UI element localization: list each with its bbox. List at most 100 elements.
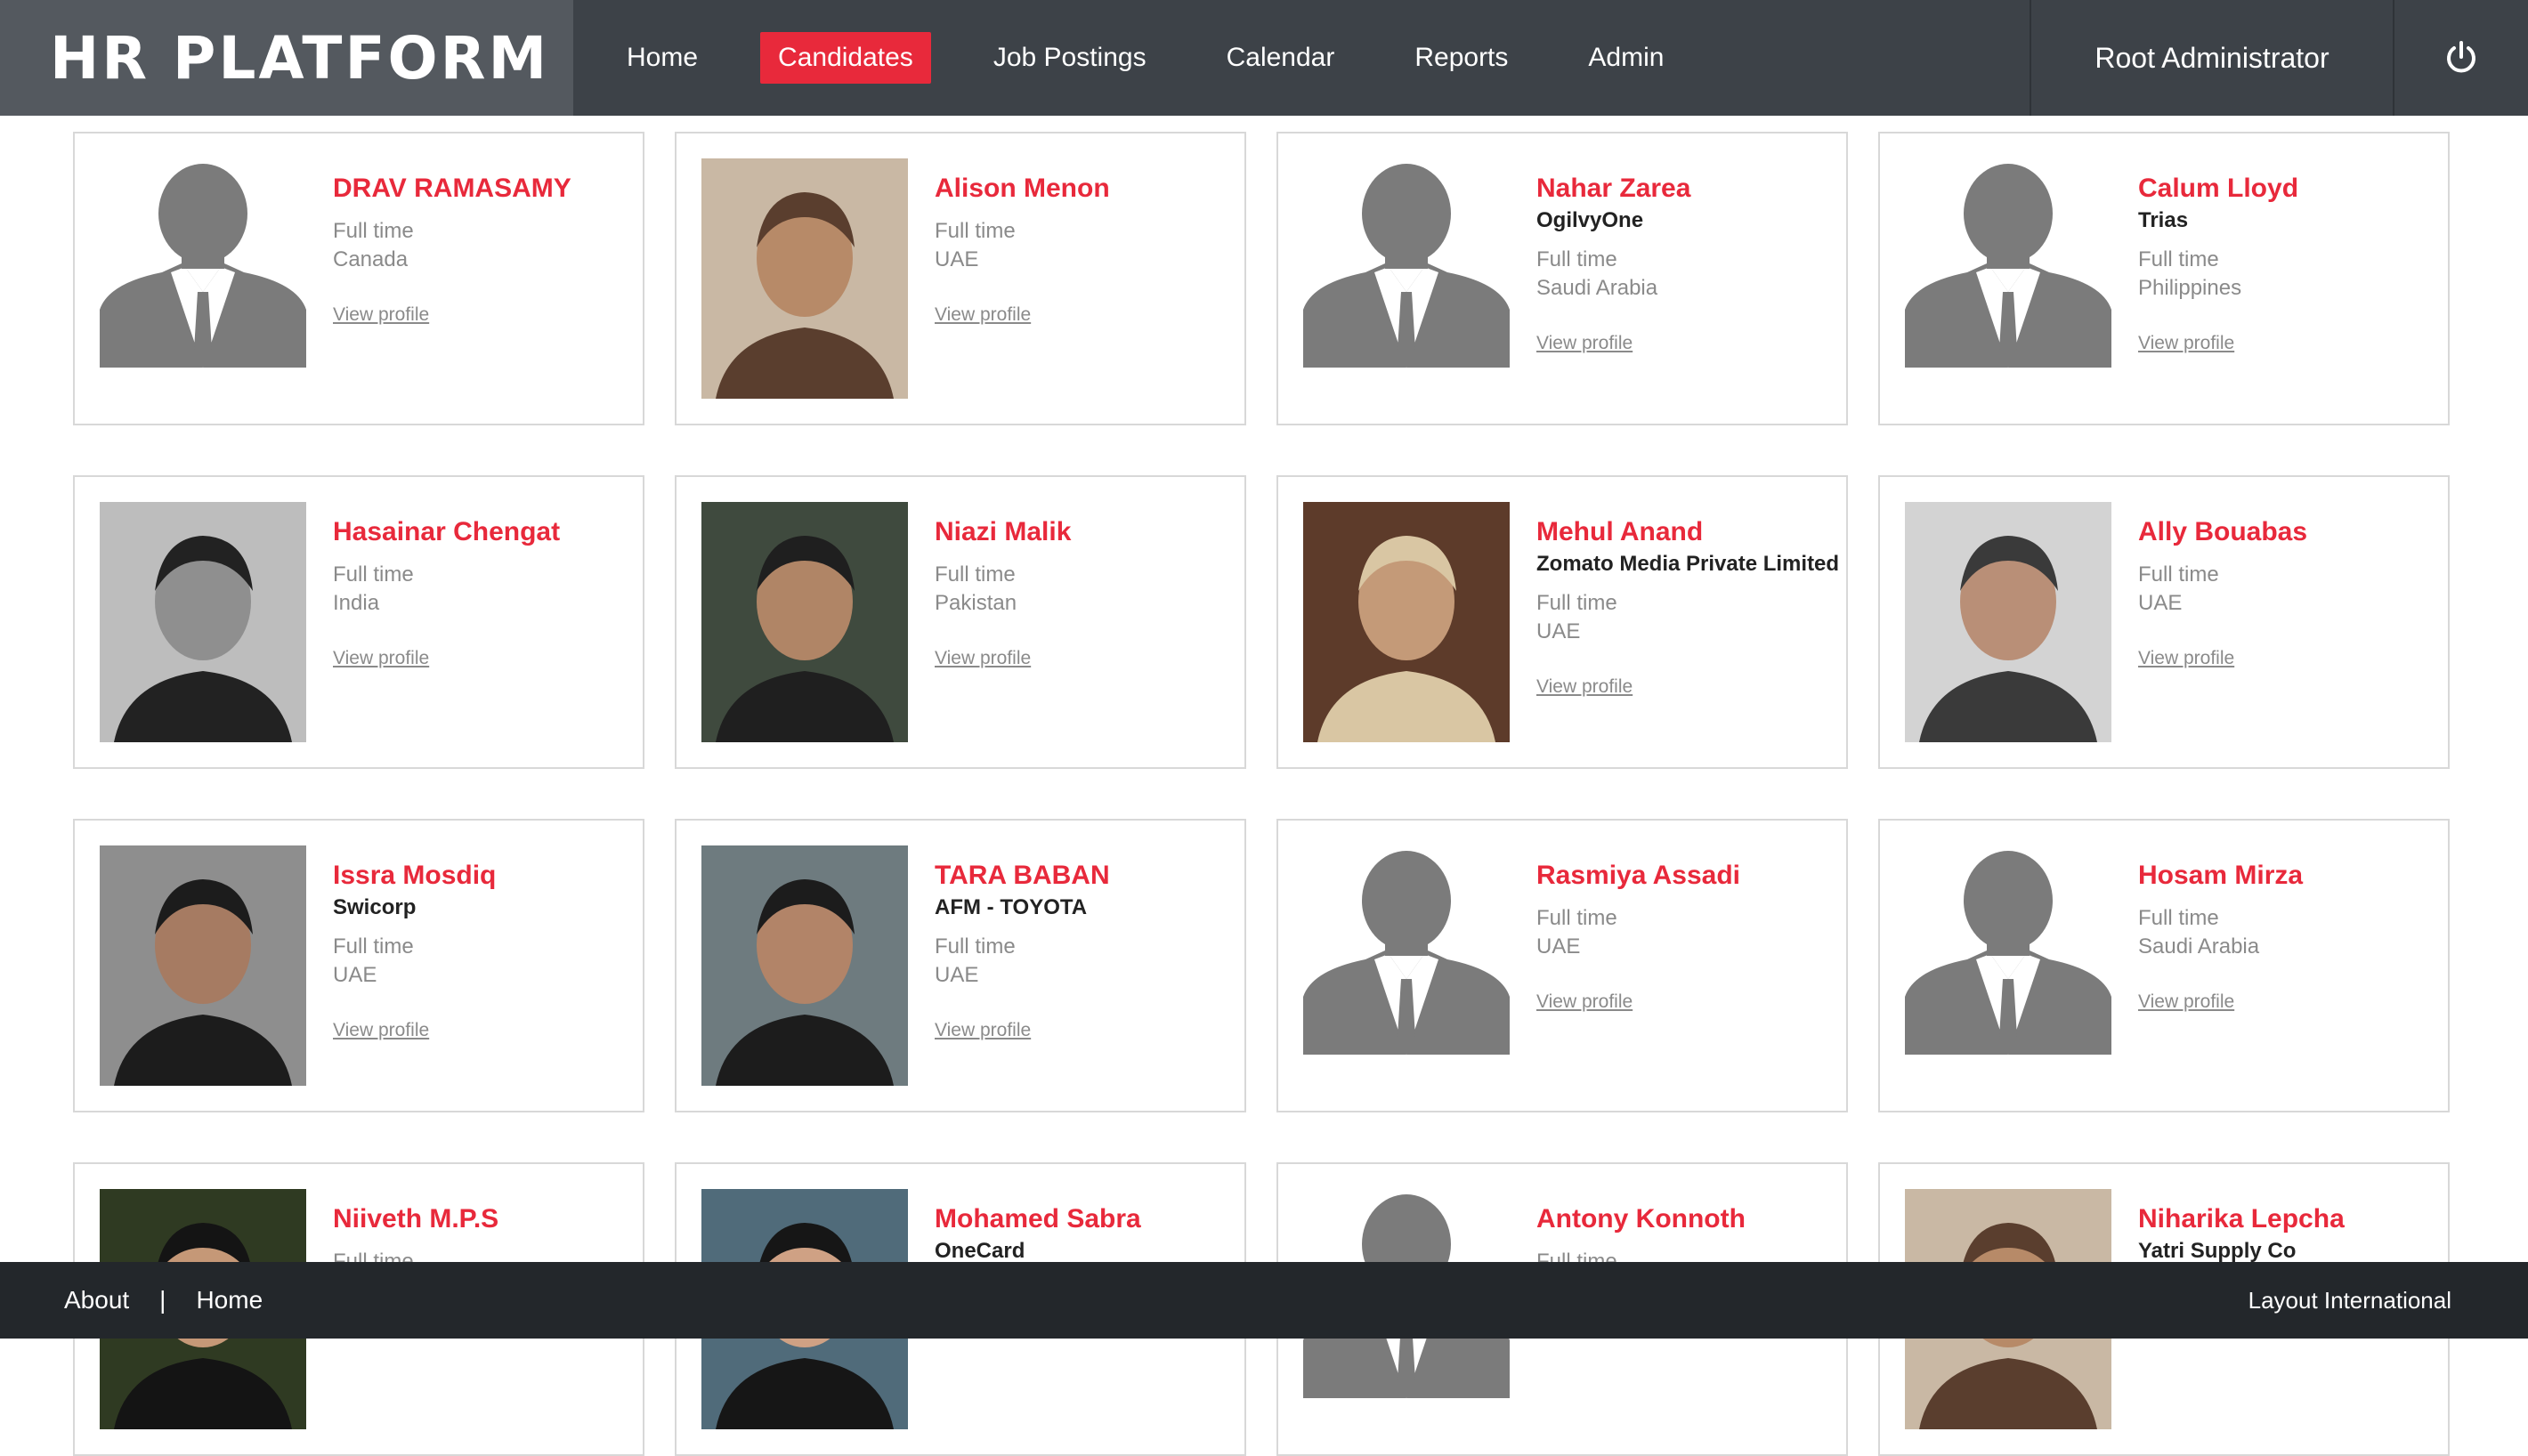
candidate-location: UAE (935, 247, 979, 271)
nav-item-admin[interactable]: Admin (1570, 32, 1681, 84)
candidate-name[interactable]: Niiveth M.P.S (333, 1201, 628, 1237)
candidate-location: Philippines (2138, 276, 2242, 300)
view-profile-link[interactable]: View profile (333, 1020, 429, 1041)
candidate-info: DRAV RAMASAMY Full time Canada View prof… (333, 171, 628, 326)
candidate-photo[interactable] (701, 158, 908, 399)
candidate-company: Zomato Media Private Limited (1536, 552, 1840, 576)
candidate-photo[interactable] (1303, 158, 1510, 399)
view-profile-link[interactable]: View profile (935, 648, 1031, 669)
candidate-photo[interactable] (701, 845, 908, 1086)
footer: About | Home Layout International (0, 1262, 2528, 1339)
candidate-name[interactable]: Alison Menon (935, 171, 1230, 206)
footer-about-link[interactable]: About (64, 1286, 129, 1314)
candidate-card: Issra Mosdiq Swicorp Full time UAE View … (73, 819, 644, 1112)
candidate-name[interactable]: Niharika Lepcha (2138, 1201, 2434, 1237)
candidate-photo[interactable] (1303, 502, 1510, 742)
candidate-photo-image (1303, 502, 1510, 742)
candidate-card: Niazi Malik Full time Pakistan View prof… (675, 475, 1246, 769)
candidate-photo[interactable] (100, 158, 306, 399)
candidate-name[interactable]: Ally Bouabas (2138, 514, 2434, 550)
nav-item-calendar[interactable]: Calendar (1209, 32, 1353, 84)
candidate-info: Hosam Mirza Full time Saudi Arabia View … (2138, 858, 2434, 1013)
candidate-photo[interactable] (100, 502, 306, 742)
candidate-name[interactable]: Niazi Malik (935, 514, 1230, 550)
person-silhouette-icon (100, 164, 306, 368)
person-silhouette-icon (1905, 164, 2111, 368)
candidate-company: AFM - TOYOTA (935, 895, 1088, 919)
candidate-photo-image (701, 845, 908, 1086)
candidate-info: Ally Bouabas Full time UAE View profile (2138, 514, 2434, 669)
nav-item-reports[interactable]: Reports (1397, 32, 1526, 84)
candidate-name[interactable]: TARA BABAN (935, 858, 1230, 894)
candidate-photo[interactable] (1905, 845, 2111, 1086)
candidate-name[interactable]: Mohamed Sabra (935, 1201, 1230, 1237)
view-profile-link[interactable]: View profile (1536, 333, 1633, 354)
candidate-card: Hosam Mirza Full time Saudi Arabia View … (1878, 819, 2450, 1112)
candidate-location: Saudi Arabia (2138, 934, 2260, 959)
person-silhouette-icon (1303, 164, 1510, 368)
candidate-location: Saudi Arabia (1536, 276, 1658, 300)
footer-brand: Layout International (2248, 1286, 2451, 1314)
app-logo[interactable]: HR PLATFORM (0, 0, 573, 116)
logout-button[interactable] (2393, 0, 2528, 116)
person-silhouette-icon (1905, 851, 2111, 1055)
candidate-photo[interactable] (1905, 502, 2111, 742)
candidate-company: OgilvyOne (1536, 208, 1644, 232)
candidate-name[interactable]: Issra Mosdiq (333, 858, 628, 894)
view-profile-link[interactable]: View profile (1536, 991, 1633, 1013)
candidate-info: Calum Lloyd Trias Full time Philippines … (2138, 171, 2434, 354)
candidate-card: Hasainar Chengat Full time India View pr… (73, 475, 644, 769)
candidate-photo[interactable] (1303, 845, 1510, 1086)
candidate-name[interactable]: Hosam Mirza (2138, 858, 2434, 894)
candidate-employment-type: Full time (2138, 906, 2219, 930)
power-icon (2447, 41, 2475, 73)
candidate-name[interactable]: DRAV RAMASAMY (333, 171, 628, 206)
candidate-location: UAE (2138, 591, 2183, 615)
candidate-location: India (333, 591, 380, 615)
candidate-photo-image (100, 502, 306, 742)
candidate-name[interactable]: Mehul Anand (1536, 514, 1832, 550)
candidate-employment-type: Full time (2138, 247, 2219, 271)
view-profile-link[interactable]: View profile (2138, 333, 2234, 354)
candidate-name[interactable]: Antony Konnoth (1536, 1201, 1832, 1237)
candidate-name[interactable]: Calum Lloyd (2138, 171, 2434, 206)
candidate-photo[interactable] (100, 845, 306, 1086)
candidate-info: Alison Menon Full time UAE View profile (935, 171, 1230, 326)
candidate-card: Mehul Anand Zomato Media Private Limited… (1276, 475, 1848, 769)
view-profile-link[interactable]: View profile (333, 648, 429, 669)
candidate-employment-type: Full time (935, 219, 1016, 243)
candidate-photo[interactable] (701, 502, 908, 742)
view-profile-link[interactable]: View profile (935, 1020, 1031, 1041)
candidate-name[interactable]: Rasmiya Assadi (1536, 858, 1832, 894)
candidate-employment-type: Full time (935, 934, 1016, 959)
candidate-card: DRAV RAMASAMY Full time Canada View prof… (73, 132, 644, 425)
candidate-location: UAE (1536, 934, 1581, 959)
candidate-employment-type: Full time (1536, 591, 1617, 615)
candidate-photo-image (100, 845, 306, 1086)
candidate-location: Canada (333, 247, 409, 271)
candidate-card: Nahar Zarea OgilvyOne Full time Saudi Ar… (1276, 132, 1848, 425)
main-nav: Home Candidates Job Postings Calendar Re… (573, 0, 2030, 116)
view-profile-link[interactable]: View profile (1536, 676, 1633, 698)
view-profile-link[interactable]: View profile (2138, 991, 2234, 1013)
candidate-employment-type: Full time (1536, 247, 1617, 271)
candidate-photo-image (701, 502, 908, 742)
view-profile-link[interactable]: View profile (333, 304, 429, 326)
nav-item-candidates[interactable]: Candidates (760, 32, 931, 84)
user-menu[interactable]: Root Administrator (2030, 0, 2393, 116)
candidate-info: Issra Mosdiq Swicorp Full time UAE View … (333, 858, 628, 1041)
candidate-company: Trias (2138, 208, 2189, 232)
footer-home-link[interactable]: Home (196, 1286, 263, 1314)
candidate-name[interactable]: Hasainar Chengat (333, 514, 628, 550)
candidate-location: UAE (935, 963, 979, 987)
nav-item-job-postings[interactable]: Job Postings (976, 32, 1164, 84)
candidate-photo[interactable] (1905, 158, 2111, 399)
nav-item-home[interactable]: Home (609, 32, 716, 84)
candidate-info: Mehul Anand Zomato Media Private Limited… (1536, 514, 1840, 698)
view-profile-link[interactable]: View profile (935, 304, 1031, 326)
candidate-card: TARA BABAN AFM - TOYOTA Full time UAE Vi… (675, 819, 1246, 1112)
candidate-name[interactable]: Nahar Zarea (1536, 171, 1832, 206)
top-navbar: HR PLATFORM Home Candidates Job Postings… (0, 0, 2528, 116)
candidate-info: Hasainar Chengat Full time India View pr… (333, 514, 628, 669)
view-profile-link[interactable]: View profile (2138, 648, 2234, 669)
